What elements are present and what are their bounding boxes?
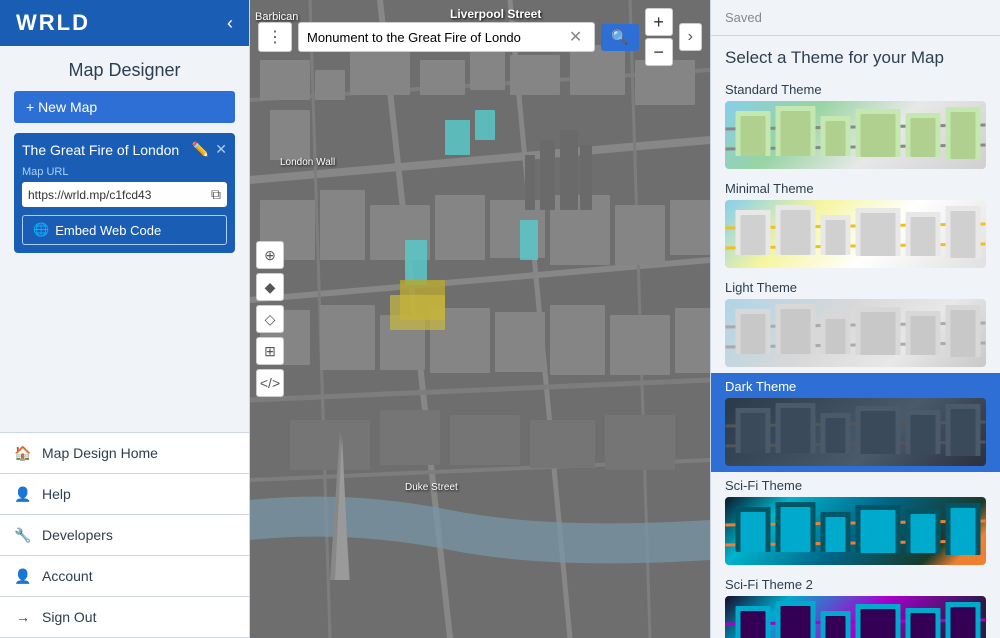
theme-name-minimal: Minimal Theme [725, 181, 986, 196]
location-tool[interactable]: ⊕ [256, 241, 284, 269]
nav-item-developers[interactable]: 🔧 Developers [0, 515, 249, 556]
map-url-label: Map URL [22, 166, 227, 178]
code-tool[interactable]: </> [256, 369, 284, 397]
expand-button[interactable]: › [679, 23, 702, 51]
logo-bar: WRLD ‹ [0, 0, 249, 46]
theme-preview-dark [725, 398, 986, 466]
theme-panel-title: Select a Theme for your Map [711, 36, 1000, 76]
right-header-saved: Saved [711, 0, 1000, 36]
search-button[interactable]: 🔍 [601, 24, 638, 51]
theme-preview-light [725, 299, 986, 367]
themes-list: Standard Theme Minimal Theme Light Theme Da… [711, 76, 1000, 638]
search-clear-icon[interactable]: ✕ [569, 27, 582, 47]
sidebar-title: Map Designer [0, 46, 249, 91]
map-card-header: The Great Fire of London ✏️ ✕ [22, 141, 227, 158]
map-url-row: ⧉ [22, 182, 227, 207]
edit-icon[interactable]: ✏️ [192, 141, 209, 158]
new-map-button[interactable]: + New Map [14, 91, 235, 123]
logo: WRLD [16, 10, 90, 36]
nav-item-help[interactable]: 👤 Help [0, 474, 249, 515]
map-title: The Great Fire of London [22, 142, 192, 158]
theme-preview-scifi [725, 497, 986, 565]
left-sidebar: WRLD ‹ Map Designer + New Map The Great … [0, 0, 250, 638]
search-input[interactable] [307, 30, 569, 45]
theme-name-scifi2: Sci-Fi Theme 2 [725, 577, 986, 592]
theme-name-scifi: Sci-Fi Theme [725, 478, 986, 493]
theme-item-scifi2[interactable]: Sci-Fi Theme 2 [711, 571, 1000, 638]
search-bar: ✕ [298, 22, 595, 52]
map-side-tools: ⊕ ◆ ◇ ⊞ </> [256, 241, 284, 397]
map-url-input[interactable] [28, 188, 211, 202]
help-icon: 👤 [14, 485, 32, 503]
theme-name-standard: Standard Theme [725, 82, 986, 97]
theme-preview-minimal [725, 200, 986, 268]
zoom-in-button[interactable]: + [645, 8, 673, 36]
nav-item-home[interactable]: 🏠 Map Design Home [0, 433, 249, 474]
pin-tool[interactable]: ◆ [256, 273, 284, 301]
zoom-out-button[interactable]: − [645, 38, 673, 66]
svg-text:London Wall: London Wall [280, 157, 335, 168]
zoom-controls: + − [645, 8, 673, 66]
bottom-nav: 🏠 Map Design Home 👤 Help 🔧 Developers 👤 … [0, 432, 249, 638]
nav-item-signout[interactable]: → Sign Out [0, 597, 249, 638]
map-visual[interactable]: Barbican Liverpool Street London Wall Du… [250, 0, 710, 638]
theme-item-standard[interactable]: Standard Theme [711, 76, 1000, 175]
map-center: ⋮ ✕ 🔍 + − › ⊕ ◆ ◇ ⊞ </> [250, 0, 710, 638]
menu-dots-button[interactable]: ⋮ [258, 22, 292, 52]
sidebar-spacer [0, 253, 249, 432]
theme-name-dark: Dark Theme [725, 379, 986, 394]
signout-icon: → [14, 608, 32, 626]
map-card-actions: ✏️ ✕ [192, 141, 227, 158]
theme-item-minimal[interactable]: Minimal Theme [711, 175, 1000, 274]
point-tool[interactable]: ◇ [256, 305, 284, 333]
nav-item-account[interactable]: 👤 Account [0, 556, 249, 597]
theme-preview-standard [725, 101, 986, 169]
collapse-button[interactable]: ‹ [227, 13, 233, 34]
embed-label: Embed Web Code [55, 223, 161, 238]
map-card: The Great Fire of London ✏️ ✕ Map URL ⧉ … [14, 133, 235, 253]
grid-tool[interactable]: ⊞ [256, 337, 284, 365]
embed-web-code-button[interactable]: 🌐 Embed Web Code [22, 215, 227, 245]
nav-help-label: Help [42, 486, 71, 502]
theme-item-light[interactable]: Light Theme [711, 274, 1000, 373]
nav-account-label: Account [42, 568, 93, 584]
svg-text:Duke Street: Duke Street [405, 482, 458, 493]
copy-icon[interactable]: ⧉ [211, 186, 221, 203]
nav-signout-label: Sign Out [42, 609, 96, 625]
theme-item-scifi[interactable]: Sci-Fi Theme [711, 472, 1000, 571]
theme-name-light: Light Theme [725, 280, 986, 295]
home-icon: 🏠 [14, 444, 32, 462]
close-icon[interactable]: ✕ [215, 141, 227, 158]
embed-icon: 🌐 [33, 222, 49, 238]
right-sidebar: Saved Select a Theme for your Map Standa… [710, 0, 1000, 638]
nav-home-label: Map Design Home [42, 445, 158, 461]
account-icon: 👤 [14, 567, 32, 585]
theme-preview-scifi2 [725, 596, 986, 638]
nav-developers-label: Developers [42, 527, 113, 543]
developers-icon: 🔧 [14, 526, 32, 544]
map-topbar: ⋮ ✕ 🔍 + − › [250, 0, 710, 74]
theme-item-dark[interactable]: Dark Theme [711, 373, 1000, 472]
